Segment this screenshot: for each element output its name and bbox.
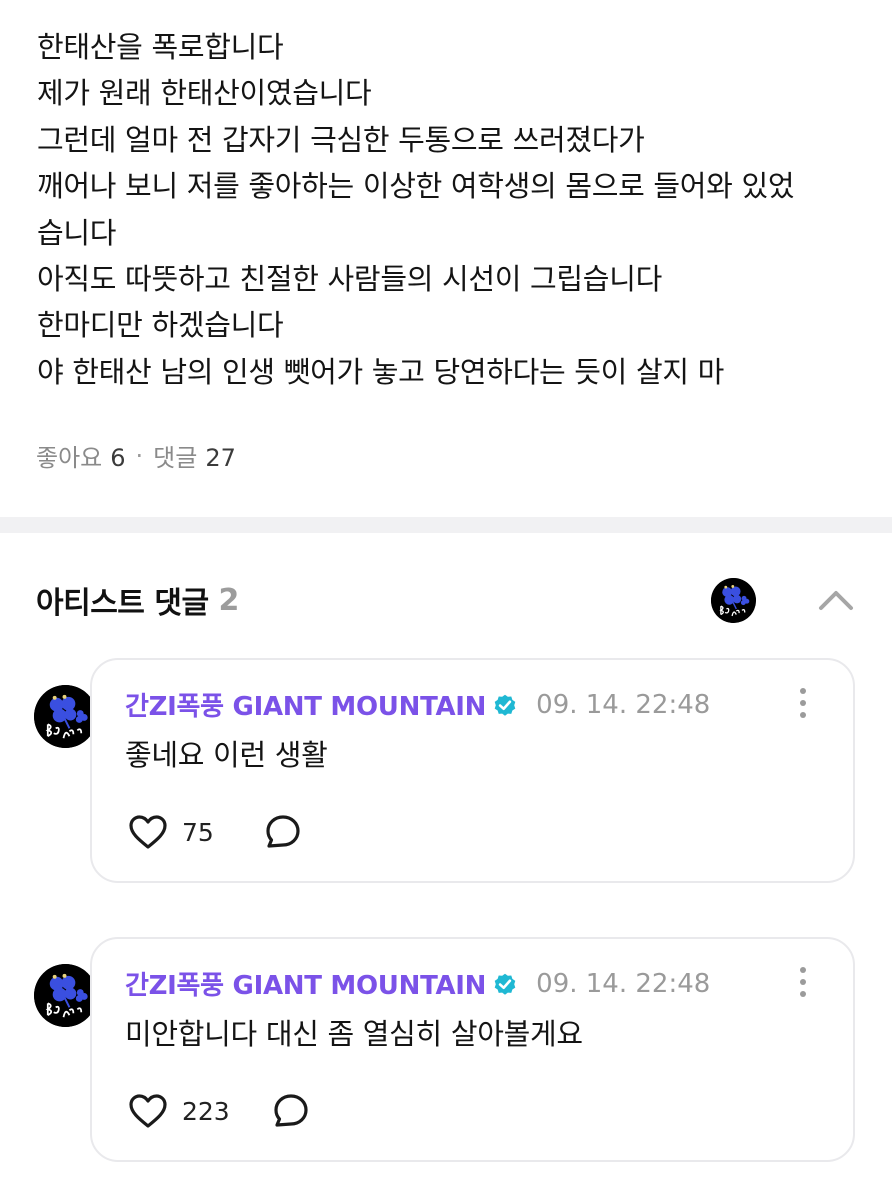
heart-outline-icon[interactable] bbox=[128, 1093, 168, 1129]
collapse-button[interactable] bbox=[816, 580, 856, 620]
more-dot bbox=[800, 712, 806, 718]
clover-avatar-icon bbox=[34, 685, 97, 748]
comments-stat[interactable]: 댓글 27 bbox=[153, 438, 236, 473]
comment-avatar[interactable] bbox=[34, 964, 97, 1027]
comment-actions: 223 bbox=[128, 1092, 310, 1130]
comment-card: 간ZI폭풍 GIANT MOUNTAIN 09. 14. 22:48 좋네요 이… bbox=[90, 658, 855, 883]
artist-comments-title: 아티스트 댓글 bbox=[36, 586, 209, 621]
heart-outline-icon[interactable] bbox=[128, 814, 168, 850]
comment-actions: 75 bbox=[128, 813, 302, 851]
comment-author-row: 간ZI폭풍 GIANT MOUNTAIN 09. 14. 22:48 bbox=[125, 965, 710, 1002]
post-line: 그런데 얼마 전 갑자기 극심한 두통으로 쓰러졌다가 bbox=[37, 122, 645, 157]
stats-separator: · bbox=[135, 441, 144, 470]
comment-author[interactable]: 간ZI폭풍 GIANT MOUNTAIN bbox=[125, 686, 486, 723]
likes-stat[interactable]: 좋아요 6 bbox=[36, 438, 126, 473]
post-line: 한태산을 폭로합니다 bbox=[37, 30, 284, 64]
verified-badge-icon bbox=[494, 973, 516, 995]
more-dot bbox=[800, 967, 806, 973]
clover-avatar-icon bbox=[711, 578, 756, 623]
chevron-up-icon bbox=[819, 591, 853, 610]
likes-count: 6 bbox=[110, 444, 126, 472]
post-stats: 좋아요 6 · 댓글 27 bbox=[36, 438, 236, 473]
comment-avatar[interactable] bbox=[34, 685, 97, 748]
comment-text: 좋네요 이런 생활 bbox=[125, 738, 328, 772]
comment-author[interactable]: 간ZI폭풍 GIANT MOUNTAIN bbox=[125, 965, 486, 1002]
clover-avatar-icon bbox=[34, 964, 97, 1027]
section-divider bbox=[0, 517, 892, 533]
post-line: 한마디만 하겠습니다 bbox=[37, 308, 284, 343]
comments-label: 댓글 bbox=[153, 444, 198, 472]
comment-card: 간ZI폭풍 GIANT MOUNTAIN 09. 14. 22:48 미안합니다… bbox=[90, 937, 855, 1162]
artist-avatar[interactable] bbox=[711, 578, 756, 623]
comment-more-button[interactable] bbox=[793, 686, 813, 720]
post-line: 깨어나 보니 저를 좋아하는 이상한 여학생의 몸으로 들어와 있었 bbox=[37, 169, 795, 204]
verified-badge-icon bbox=[494, 694, 516, 716]
post-body: 한태산을 폭로합니다 제가 원래 한태산이였습니다 그런데 얼마 전 갑자기 극… bbox=[37, 24, 877, 395]
post-line: 아직도 따뜻하고 친절한 사람들의 시선이 그립습니다 bbox=[37, 262, 662, 297]
comment-text: 미안합니다 대신 좀 열심히 살아볼게요 bbox=[125, 1017, 583, 1051]
more-dot bbox=[800, 688, 806, 694]
comment-time: 09. 14. 22:48 bbox=[536, 689, 711, 720]
more-dot bbox=[800, 700, 806, 706]
comment-more-button[interactable] bbox=[793, 965, 813, 999]
more-dot bbox=[800, 991, 806, 997]
post-line: 야 한태산 남의 인생 뺏어가 놓고 당연하다는 듯이 살지 마 bbox=[37, 354, 725, 389]
comment-time: 09. 14. 22:48 bbox=[536, 968, 711, 999]
post-line: 습니다 bbox=[37, 215, 117, 250]
comments-count: 27 bbox=[205, 444, 236, 472]
like-count: 75 bbox=[182, 817, 214, 847]
comment-author-row: 간ZI폭풍 GIANT MOUNTAIN 09. 14. 22:48 bbox=[125, 686, 710, 723]
artist-comments-count: 2 bbox=[218, 582, 240, 618]
speech-bubble-icon[interactable] bbox=[272, 1092, 310, 1130]
post-line: 제가 원래 한태산이였습니다 bbox=[37, 76, 372, 111]
like-count: 223 bbox=[182, 1096, 230, 1126]
artist-comments-header: 아티스트 댓글 2 bbox=[36, 578, 856, 623]
speech-bubble-icon[interactable] bbox=[264, 813, 302, 851]
more-dot bbox=[800, 979, 806, 985]
likes-label: 좋아요 bbox=[36, 444, 103, 472]
